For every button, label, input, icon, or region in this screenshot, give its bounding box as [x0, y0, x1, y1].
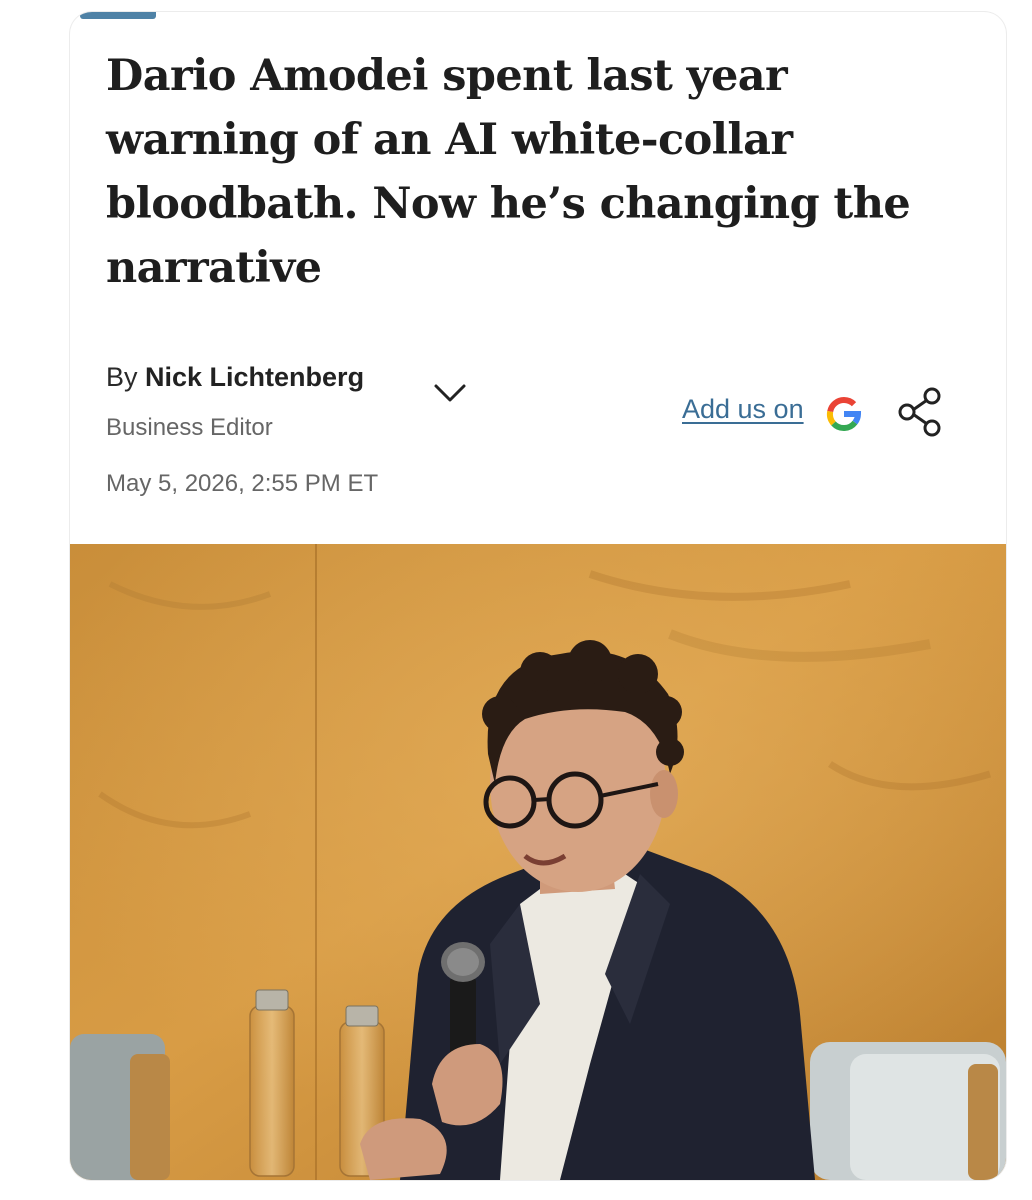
byline-prefix: By [106, 362, 146, 392]
author-role: Business Editor [106, 414, 273, 441]
share-icon[interactable] [896, 386, 944, 438]
google-g-icon[interactable] [824, 394, 864, 434]
article-card: Dario Amodei spent last year warning of … [70, 12, 1006, 1180]
byline: By Nick Lichtenberg [106, 362, 364, 393]
chevron-down-icon[interactable] [430, 380, 470, 406]
publish-timestamp: May 5, 2026, 2:55 PM ET [106, 470, 379, 497]
screenshot-page: Dario Amodei spent last year warning of … [0, 0, 1032, 1200]
add-us-on-google-link[interactable]: Add us on [682, 394, 804, 425]
accent-bar [80, 12, 156, 19]
article-photo [70, 544, 1006, 1180]
article-headline: Dario Amodei spent last year warning of … [106, 51, 911, 293]
author-name[interactable]: Nick Lichtenberg [145, 362, 364, 392]
